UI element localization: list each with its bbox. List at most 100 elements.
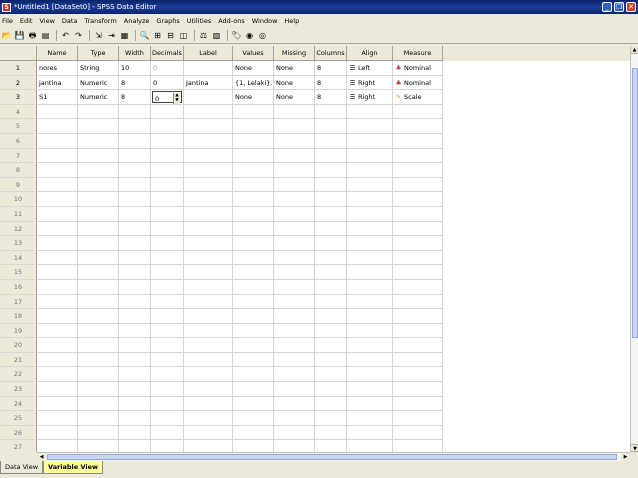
cell-decimals[interactable]: [151, 279, 184, 295]
empty-row[interactable]: 19: [0, 323, 630, 339]
cell-decimals[interactable]: [151, 250, 184, 266]
cell-values[interactable]: [233, 396, 274, 412]
hscroll-thumb[interactable]: [47, 454, 617, 460]
cell-columns[interactable]: [315, 440, 347, 452]
cell-values[interactable]: [233, 163, 274, 178]
cell-width[interactable]: [119, 133, 151, 149]
cell-type[interactable]: [78, 294, 119, 310]
use-sets-icon[interactable]: ◉: [244, 30, 255, 41]
cell-label[interactable]: [184, 279, 233, 295]
cell-label[interactable]: [184, 192, 233, 207]
empty-row[interactable]: 27: [0, 440, 630, 452]
cell-width[interactable]: [119, 279, 151, 295]
cell-name[interactable]: [37, 206, 78, 222]
cell-measure[interactable]: [393, 119, 443, 134]
cell-missing[interactable]: [274, 279, 315, 295]
cell-decimals[interactable]: [151, 148, 184, 164]
menu-edit[interactable]: Edit: [20, 17, 33, 25]
cell-align[interactable]: ☰ Right: [347, 90, 393, 105]
menu-view[interactable]: View: [39, 17, 54, 25]
goto-variable-icon[interactable]: ⇥: [106, 30, 117, 41]
row-number[interactable]: 12: [0, 221, 37, 237]
scroll-thumb[interactable]: [632, 68, 638, 338]
empty-row[interactable]: 23: [0, 382, 630, 397]
cell-missing[interactable]: [274, 294, 315, 310]
cell-values[interactable]: [233, 250, 274, 266]
cell-name[interactable]: [37, 367, 78, 383]
cell-columns[interactable]: [315, 148, 347, 164]
cell-missing[interactable]: [274, 440, 315, 452]
cell-decimals[interactable]: [151, 163, 184, 178]
cell-columns[interactable]: [315, 104, 347, 120]
cell-name[interactable]: [37, 163, 78, 178]
cell-values[interactable]: [233, 236, 274, 251]
cell-type[interactable]: [78, 309, 119, 324]
cell-columns[interactable]: [315, 382, 347, 397]
cell-measure[interactable]: [393, 192, 443, 207]
spinner-arrows-icon[interactable]: ▲ ▼: [173, 93, 180, 104]
menu-utilities[interactable]: Utilities: [187, 17, 211, 25]
cell-measure[interactable]: ♣ Nominal: [393, 61, 443, 76]
cell-columns[interactable]: [315, 236, 347, 251]
cell-measure[interactable]: [393, 250, 443, 266]
cell-name[interactable]: [37, 440, 78, 452]
row-number[interactable]: 16: [0, 279, 37, 295]
menu-data[interactable]: Data: [62, 17, 78, 25]
empty-row[interactable]: 4: [0, 104, 630, 120]
cell-measure[interactable]: [393, 279, 443, 295]
cell-missing[interactable]: [274, 133, 315, 149]
cell-missing[interactable]: [274, 163, 315, 178]
cell-values[interactable]: [233, 177, 274, 193]
cell-name[interactable]: [37, 221, 78, 237]
cell-decimals[interactable]: 0: [151, 61, 184, 76]
cell-type[interactable]: [78, 119, 119, 134]
cell-align[interactable]: ☰ Left: [347, 61, 393, 76]
cell-values[interactable]: None: [233, 61, 274, 76]
cell-type[interactable]: [78, 338, 119, 353]
cell-align[interactable]: [347, 133, 393, 149]
cell-missing[interactable]: [274, 265, 315, 280]
cell-type[interactable]: [78, 250, 119, 266]
cell-type[interactable]: Numeric: [78, 75, 119, 91]
cell-type[interactable]: [78, 206, 119, 222]
save-icon[interactable]: 💾: [14, 30, 25, 41]
cell-missing[interactable]: None: [274, 90, 315, 105]
cell-measure[interactable]: ♣ Nominal: [393, 75, 443, 91]
cell-missing[interactable]: [274, 352, 315, 368]
cell-missing[interactable]: [274, 206, 315, 222]
cell-type[interactable]: [78, 265, 119, 280]
row-number[interactable]: 20: [0, 338, 37, 353]
cell-label[interactable]: [184, 206, 233, 222]
tab-variable-view[interactable]: Variable View: [43, 461, 104, 474]
cell-measure[interactable]: [393, 163, 443, 178]
cell-decimals[interactable]: [151, 309, 184, 324]
cell-name[interactable]: [37, 133, 78, 149]
empty-row[interactable]: 7: [0, 148, 630, 164]
cell-measure[interactable]: [393, 236, 443, 251]
cell-values[interactable]: [233, 309, 274, 324]
cell-width[interactable]: [119, 309, 151, 324]
goto-case-icon[interactable]: ⇲: [93, 30, 104, 41]
cell-decimals[interactable]: [151, 338, 184, 353]
value-labels-icon[interactable]: 🏷: [231, 30, 242, 41]
cell-measure[interactable]: ✎ Scale: [393, 90, 443, 105]
cell-measure[interactable]: [393, 382, 443, 397]
row-number[interactable]: 10: [0, 192, 37, 207]
cell-width[interactable]: [119, 352, 151, 368]
cell-columns[interactable]: 8: [315, 90, 347, 105]
menu-window[interactable]: Window: [252, 17, 278, 25]
spss-app-icon[interactable]: S: [2, 2, 11, 12]
cell-measure[interactable]: [393, 148, 443, 164]
empty-row[interactable]: 26: [0, 425, 630, 441]
cell-measure[interactable]: [393, 177, 443, 193]
cell-label[interactable]: [184, 90, 233, 105]
cell-missing[interactable]: None: [274, 61, 315, 76]
cell-columns[interactable]: [315, 250, 347, 266]
show-all-icon[interactable]: ◎: [257, 30, 268, 41]
empty-row[interactable]: 15: [0, 265, 630, 280]
cell-label[interactable]: [184, 309, 233, 324]
row-number[interactable]: 26: [0, 425, 37, 441]
empty-row[interactable]: 13: [0, 236, 630, 251]
empty-row[interactable]: 11: [0, 206, 630, 222]
row-number[interactable]: 27: [0, 440, 37, 452]
